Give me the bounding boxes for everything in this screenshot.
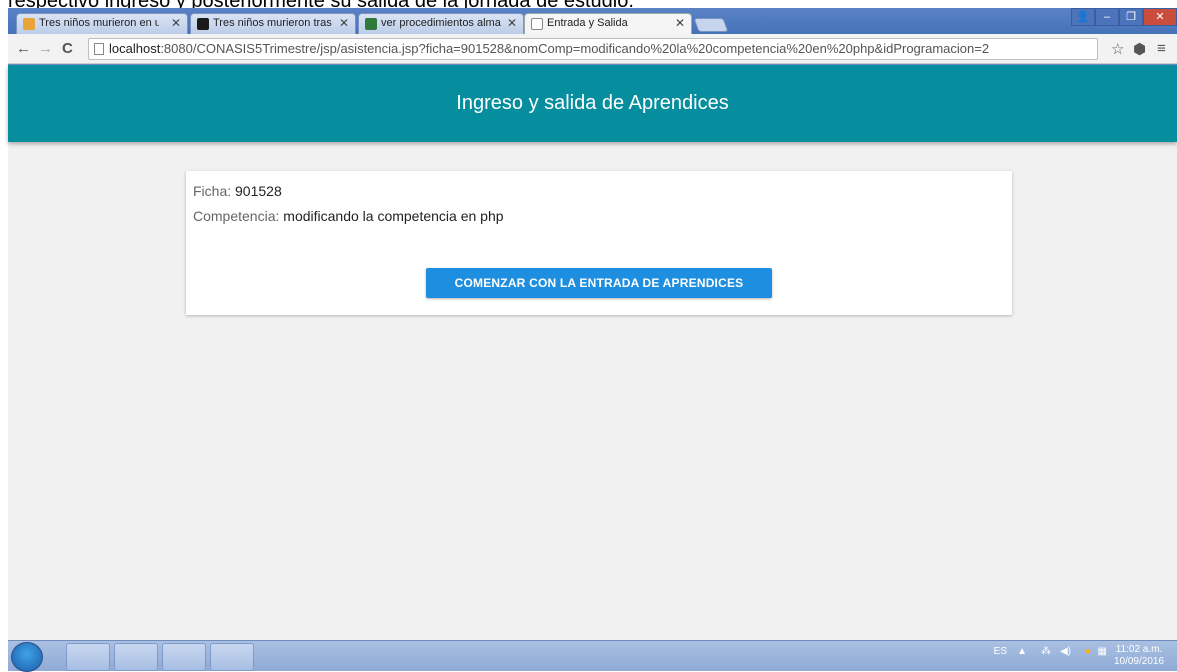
page-viewport: Ingreso y salida de Aprendices Ficha: 90… xyxy=(8,65,1177,648)
competencia-value: modificando la competencia en php xyxy=(283,208,504,224)
virtualbox-icon[interactable] xyxy=(114,643,158,671)
tab-news-2[interactable]: Tres niños murieron tras ✕ xyxy=(190,13,356,34)
page-favicon-icon xyxy=(531,18,543,30)
tab-close-icon[interactable]: ✕ xyxy=(507,16,517,30)
maximize-button[interactable]: ❐ xyxy=(1119,8,1143,26)
bookmark-star-icon[interactable]: ☆ xyxy=(1111,40,1124,58)
browser-toolbar: ← → C localhost:8080/CONASIS5Trimestre/j… xyxy=(8,34,1177,64)
page-title: Ingreso y salida de Aprendices xyxy=(456,92,729,114)
volume-icon[interactable]: ◀) xyxy=(1060,646,1071,657)
clock[interactable]: 11:02 a.m. 10/09/2016 xyxy=(1109,644,1169,668)
news-favicon-icon xyxy=(23,18,35,30)
back-arrow-icon[interactable]: ← xyxy=(16,40,31,57)
ficha-value: 901528 xyxy=(235,183,282,199)
chrome-icon[interactable] xyxy=(162,643,206,671)
tab-entrada-salida[interactable]: Entrada y Salida ✕ xyxy=(524,13,692,34)
tab-close-icon[interactable]: ✕ xyxy=(675,16,685,30)
new-tab-button[interactable] xyxy=(693,18,729,32)
language-indicator[interactable]: ES xyxy=(994,646,1007,657)
start-entry-button[interactable]: COMENZAR CON LA ENTRADA DE APRENDICES xyxy=(426,268,772,298)
reload-icon[interactable]: C xyxy=(62,40,73,57)
app-header: Ingreso y salida de Aprendices xyxy=(8,65,1177,142)
word-icon[interactable] xyxy=(210,643,254,671)
extension-icon[interactable]: ⬢ xyxy=(1133,40,1146,58)
info-card: Ficha: 901528 Competencia: modificando l… xyxy=(186,171,1012,315)
tray-flag-icon[interactable]: ▦ xyxy=(1098,646,1107,657)
browser-window: Tres niños murieron en un ✕ Tres niños m… xyxy=(8,8,1177,672)
tab-close-icon[interactable]: ✕ xyxy=(339,16,349,30)
minimize-button[interactable]: – xyxy=(1095,8,1119,26)
ficha-label: Ficha: xyxy=(193,183,232,199)
file-explorer-icon[interactable] xyxy=(66,643,110,671)
close-window-button[interactable]: ✕ xyxy=(1143,8,1177,26)
network-icon[interactable]: ⁂ xyxy=(1041,646,1051,657)
clock-time: 11:02 a.m. xyxy=(1115,644,1163,655)
clock-date: 10/09/2016 xyxy=(1113,656,1165,667)
show-hidden-icons-icon[interactable]: ▲ xyxy=(1017,646,1027,657)
site-favicon-icon xyxy=(365,18,377,30)
tab-news-1[interactable]: Tres niños murieron en un ✕ xyxy=(16,13,188,34)
tab-strip: Tres niños murieron en un ✕ Tres niños m… xyxy=(8,8,1177,34)
ficha-row: Ficha: 901528 xyxy=(193,183,282,199)
window-controls: 👤 – ❐ ✕ xyxy=(1071,8,1177,28)
address-bar[interactable]: localhost:8080/CONASIS5Trimestre/jsp/asi… xyxy=(88,38,1098,60)
user-icon[interactable]: 👤 xyxy=(1071,8,1095,26)
taskbar: ES ▲ ⁂ ◀) ● ▦ 11:02 a.m. 10/09/2016 xyxy=(8,640,1177,672)
c-favicon-icon xyxy=(197,18,209,30)
competencia-label: Competencia: xyxy=(193,208,280,224)
menu-icon[interactable]: ≡ xyxy=(1157,40,1166,57)
tab-procedimientos[interactable]: ver procedimientos almac ✕ xyxy=(358,13,524,34)
forward-arrow-icon[interactable]: → xyxy=(38,40,53,57)
tab-close-icon[interactable]: ✕ xyxy=(171,16,181,30)
start-button[interactable] xyxy=(11,642,43,672)
app-tray-icon[interactable]: ● xyxy=(1085,646,1091,657)
competencia-row: Competencia: modificando la competencia … xyxy=(193,208,504,224)
page-icon xyxy=(94,43,104,55)
